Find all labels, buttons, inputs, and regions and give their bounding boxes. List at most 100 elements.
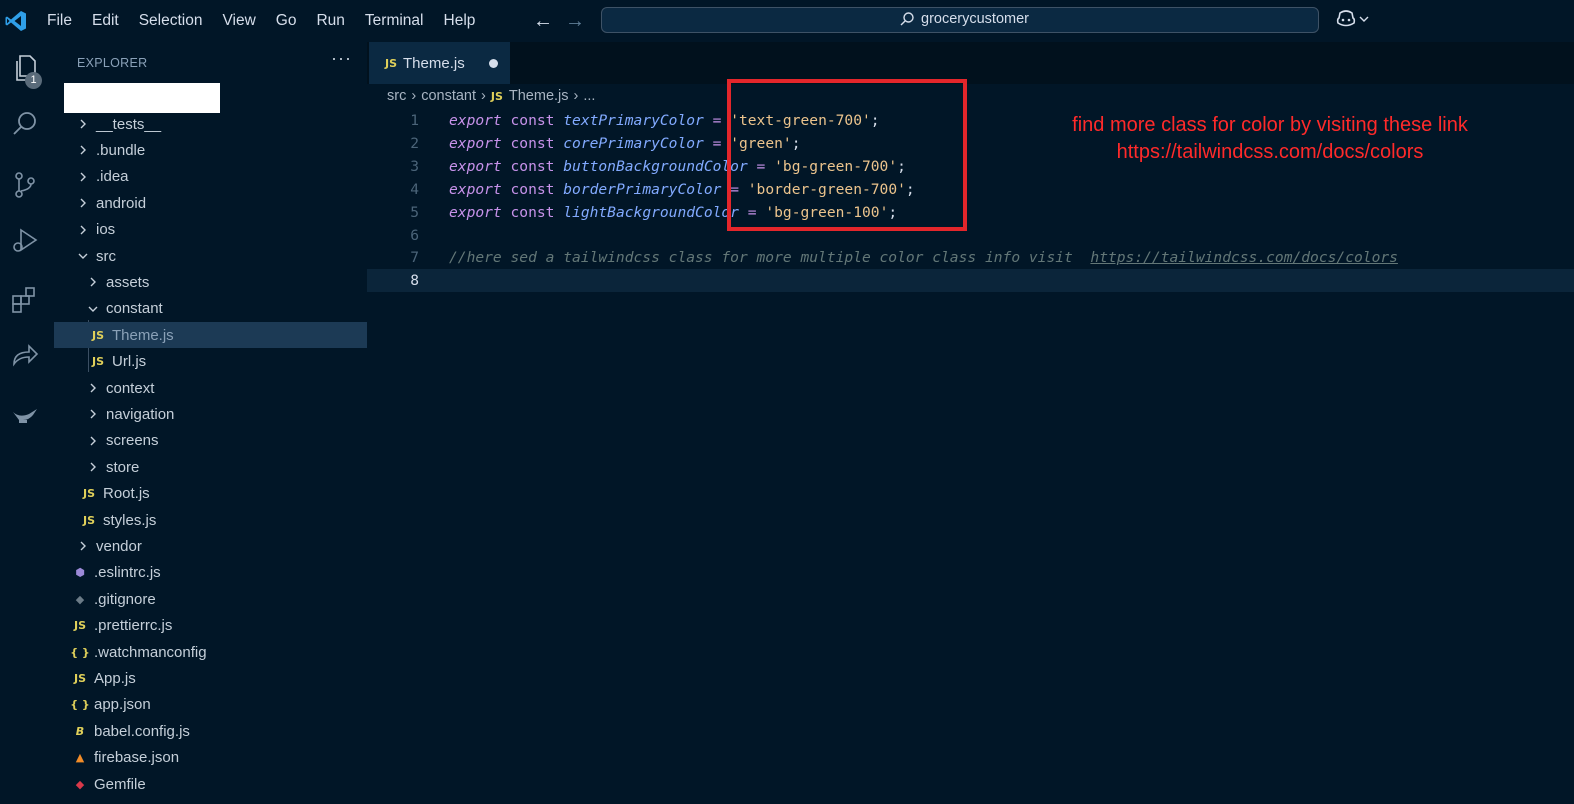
- breadcrumb-item[interactable]: ...: [583, 88, 595, 104]
- chevron-right-icon: [86, 407, 100, 421]
- tree-file[interactable]: JS styles.js: [54, 507, 367, 533]
- chevron-right-icon: [86, 275, 100, 289]
- code-line[interactable]: 6: [367, 224, 1574, 247]
- tree-item-label: vendor: [96, 537, 142, 555]
- tree-file[interactable]: ⬢ .eslintrc.js: [54, 560, 367, 586]
- tree-folder[interactable]: android: [54, 190, 367, 216]
- menu-selection[interactable]: Selection: [139, 12, 203, 30]
- tree-item-label: Url.js: [112, 353, 147, 371]
- tree-item-label: android: [96, 194, 147, 212]
- tree-folder[interactable]: ios: [54, 217, 367, 243]
- code-token: borderPrimaryColor: [563, 180, 722, 198]
- search-icon[interactable]: [9, 108, 41, 140]
- tree-item-label: App.js: [94, 669, 136, 687]
- source-control-icon[interactable]: [9, 169, 41, 201]
- copilot-icon: [1336, 10, 1356, 27]
- search-icon: [900, 12, 914, 26]
- tree-file[interactable]: JS Url.js: [54, 349, 367, 375]
- code-line[interactable]: 5 export const lightBackgroundColor = 'bg…: [367, 201, 1574, 224]
- tree-file[interactable]: { } .watchmanconfig: [54, 639, 367, 665]
- chevron-right-icon: [86, 434, 100, 448]
- tree-item-label: .gitignore: [94, 590, 156, 608]
- extensions-icon[interactable]: [9, 284, 41, 316]
- forward-arrow-icon[interactable]: →: [565, 10, 585, 33]
- tree-file[interactable]: JS .prettierrc.js: [54, 613, 367, 639]
- chevron-down-icon: [1359, 16, 1369, 22]
- menu-view[interactable]: View: [222, 12, 255, 30]
- search-text: grocerycustomer: [921, 11, 1029, 27]
- annotation-line-2: https://tailwindcss.com/docs/colors: [1116, 141, 1424, 163]
- tree-file[interactable]: ◆ .gitignore: [54, 586, 367, 612]
- tree-folder[interactable]: context: [54, 375, 367, 401]
- tab-label: Theme.js: [403, 54, 465, 72]
- tree-item-label: styles.js: [103, 511, 157, 529]
- tree-folder[interactable]: src: [54, 243, 367, 269]
- tree-file[interactable]: { } app.json: [54, 692, 367, 718]
- js-file-icon: JS: [73, 619, 86, 633]
- back-arrow-icon[interactable]: ←: [533, 10, 553, 33]
- tree-folder[interactable]: constant: [54, 296, 367, 322]
- code-line[interactable]: 8: [367, 269, 1574, 293]
- tab-theme-js[interactable]: JS Theme.js: [369, 42, 510, 84]
- tree-item-label: app.json: [94, 696, 151, 714]
- vscode-logo-icon[interactable]: [4, 9, 28, 33]
- breadcrumb-item[interactable]: constant: [421, 88, 476, 104]
- breadcrumb-item[interactable]: Theme.js: [509, 88, 569, 104]
- eslint-icon: ⬢: [75, 566, 85, 580]
- command-center-search[interactable]: grocerycustomer: [601, 7, 1319, 33]
- tree-folder[interactable]: __tests__: [54, 111, 367, 137]
- chevron-right-icon: ›: [573, 88, 579, 104]
- menu-file[interactable]: File: [47, 12, 72, 30]
- breadcrumb-item[interactable]: src: [387, 88, 406, 104]
- code-line[interactable]: 4 export const borderPrimaryColor = 'bord…: [367, 178, 1574, 201]
- chevron-down-icon: [76, 249, 90, 263]
- menu-edit[interactable]: Edit: [92, 12, 119, 30]
- tree-folder[interactable]: store: [54, 454, 367, 480]
- genie-lamp-icon[interactable]: [9, 398, 41, 430]
- chevron-right-icon: [76, 170, 90, 184]
- menu-terminal[interactable]: Terminal: [365, 12, 424, 30]
- tree-item-label: navigation: [106, 405, 175, 423]
- tree-folder[interactable]: assets: [54, 269, 367, 295]
- tree-item-label: store: [106, 458, 140, 476]
- code-line[interactable]: 7 //here sed a tailwindcss class for more…: [367, 246, 1574, 269]
- more-actions-icon[interactable]: ···: [331, 48, 352, 69]
- tree-file[interactable]: JS Root.js: [54, 481, 367, 507]
- annotation-line-1: find more class for color by visiting th…: [1072, 114, 1468, 136]
- activity-bar: 1: [0, 42, 54, 804]
- tree-file[interactable]: JS Theme.js: [54, 322, 367, 349]
- menu-go[interactable]: Go: [276, 12, 297, 30]
- code-token[interactable]: https://tailwindcss.com/docs/colors: [1090, 249, 1398, 266]
- run-debug-icon[interactable]: [9, 225, 41, 257]
- tree-file[interactable]: Bbabel.config.js: [54, 718, 367, 744]
- chevron-down-icon: [86, 302, 100, 316]
- tree-item-label: screens: [106, 432, 159, 450]
- explorer-sidebar: EXPLORER ··· __tests__ .bundle .idea androi…: [54, 42, 367, 804]
- menu-help[interactable]: Help: [444, 12, 476, 30]
- js-file-icon: JS: [91, 355, 104, 369]
- remote-explorer-icon[interactable]: [9, 340, 41, 372]
- tree-folder[interactable]: .bundle: [54, 137, 367, 163]
- unsaved-dot-icon[interactable]: [489, 59, 498, 68]
- tree-file[interactable]: ◆ Gemfile: [54, 771, 367, 797]
- ruby-icon: ◆: [75, 777, 85, 791]
- chevron-right-icon: [76, 223, 90, 237]
- line-number: 8: [410, 272, 419, 290]
- tree-folder[interactable]: vendor: [54, 533, 367, 559]
- code-token: lightBackgroundColor: [563, 203, 739, 221]
- tree-item-label: .bundle: [96, 141, 146, 159]
- tree-folder[interactable]: navigation: [54, 401, 367, 427]
- menu-run[interactable]: Run: [316, 12, 344, 30]
- babel-icon: B: [75, 724, 85, 738]
- tree-folder[interactable]: .idea: [54, 164, 367, 190]
- tree-folder[interactable]: screens: [54, 428, 367, 454]
- copilot-button[interactable]: [1336, 10, 1369, 28]
- explorer-badge: 1: [25, 72, 42, 89]
- chevron-right-icon: [86, 381, 100, 395]
- tree-file[interactable]: JS App.js: [54, 665, 367, 691]
- tree-file[interactable]: ▲ firebase.json: [54, 745, 367, 771]
- code-token: textPrimaryColor: [563, 112, 704, 129]
